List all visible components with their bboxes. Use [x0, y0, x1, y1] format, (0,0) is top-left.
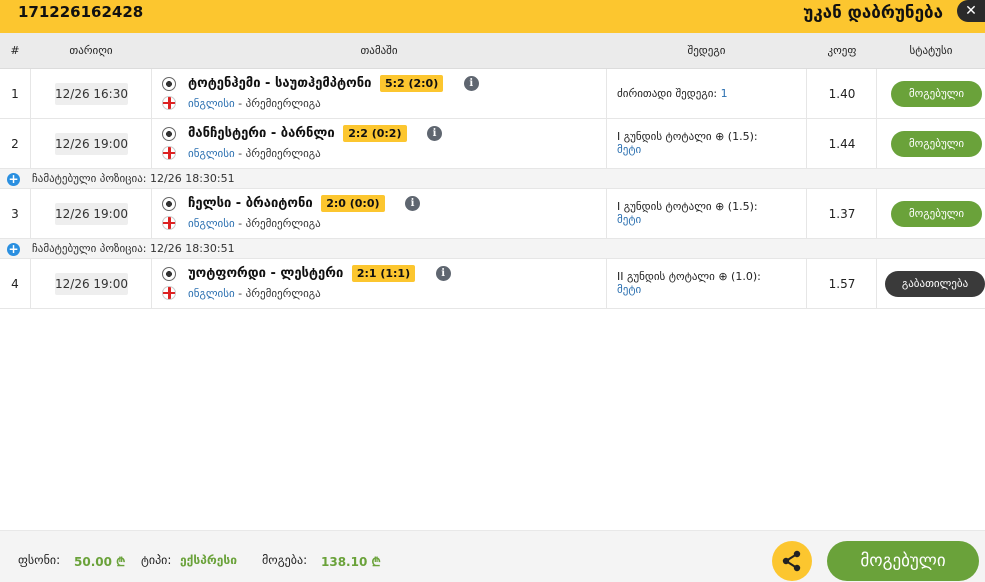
match-date: 12/26 16:30 [55, 83, 128, 105]
info-icon[interactable]: i [405, 196, 421, 211]
close-icon[interactable]: ✕ [957, 0, 985, 22]
col-game: თამაში [360, 44, 398, 57]
result-outcome: მეტი [617, 283, 642, 296]
added-position-bar: + ჩამატებული პოზიცია: 12/26 18:30:51 [0, 239, 985, 259]
league-name: - პრემიერლიგა [234, 97, 321, 110]
win-value: 138.10 ₾ [321, 555, 381, 569]
match-teams: ტოტენჰემი - საუთჰემპტონი [188, 76, 372, 91]
result-market: I გუნდის ტოტალი ⊕ (1.5): [617, 200, 758, 213]
row-number: 4 [11, 277, 19, 291]
match-title: ჩელსი - ბრაიტონი 2:0 (0:0) i [188, 195, 421, 212]
result-outcome: 1 [720, 87, 728, 100]
match-title: ტოტენჰემი - საუთჰემპტონი 5:2 (2:0) i [188, 75, 479, 92]
country-link[interactable]: ინგლისი [188, 287, 235, 300]
football-icon [162, 197, 176, 211]
league-info: ინგლისი - პრემიერლიგა [188, 97, 321, 110]
coefficient: 1.44 [828, 137, 856, 151]
table-row: 4 12/26 19:00 უოტფორდი - ლესტერი 2:1 (1:… [0, 259, 985, 309]
result-market: I გუნდის ტოტალი ⊕ (1.5): [617, 130, 758, 143]
table-row: 3 12/26 19:00 ჩელსი - ბრაიტონი 2:0 (0:0)… [0, 189, 985, 239]
football-icon [162, 267, 176, 281]
share-icon [782, 550, 801, 572]
bet-result: I გუნდის ტოტალი ⊕ (1.5): მეტი [617, 200, 802, 226]
result-outcome: მეტი [617, 143, 642, 156]
country-link[interactable]: ინგლისი [188, 217, 235, 230]
row-number: 2 [11, 137, 19, 151]
football-icon [162, 127, 176, 141]
table-header: # თარიღი თამაში შედეგი კოეფ სტატუსი [0, 33, 985, 69]
row-number: 1 [11, 87, 19, 101]
stake-label: ფსონი: [18, 553, 61, 567]
result-outcome: მეტი [617, 213, 642, 226]
type-value: ექსპრესი [180, 553, 237, 567]
bet-result: II გუნდის ტოტალი ⊕ (1.0): მეტი [617, 270, 802, 296]
stake-value: 50.00 ₾ [74, 555, 126, 569]
status-badge[interactable]: მოგებული [891, 81, 982, 107]
win-label: მოგება: [262, 553, 308, 567]
match-score: 2:2 (0:2) [343, 125, 407, 142]
info-icon[interactable]: i [463, 76, 479, 91]
match-date: 12/26 19:00 [55, 133, 128, 155]
league-name: - პრემიერლიგა [234, 287, 321, 300]
col-result: შედეგი [687, 44, 726, 57]
bet-details-panel: 171226162428 უკან დაბრუნება ✕ # თარიღი თ… [0, 0, 985, 582]
england-flag-icon [162, 216, 176, 230]
league-info: ინგლისი - პრემიერლიგა [188, 287, 321, 300]
match-teams: მანჩესტერი - ბარნლი [188, 126, 335, 141]
table-row: 2 12/26 19:00 მანჩესტერი - ბარნლი 2:2 (0… [0, 119, 985, 169]
info-icon[interactable]: i [435, 266, 451, 281]
added-position-bar: + ჩამატებული პოზიცია: 12/26 18:30:51 [0, 169, 985, 189]
match-date: 12/26 19:00 [55, 203, 128, 225]
added-position-text: ჩამატებული პოზიცია: 12/26 18:30:51 [32, 242, 235, 255]
league-info: ინგლისი - პრემიერლიგა [188, 217, 321, 230]
plus-icon[interactable]: + [7, 243, 20, 256]
country-link[interactable]: ინგლისი [188, 97, 235, 110]
type-label: ტიპი: [141, 553, 172, 567]
country-link[interactable]: ინგლისი [188, 147, 235, 160]
england-flag-icon [162, 286, 176, 300]
status-badge[interactable]: მოგებული [891, 201, 982, 227]
result-market: II გუნდის ტოტალი ⊕ (1.0): [617, 270, 761, 283]
match-date: 12/26 19:00 [55, 273, 128, 295]
coefficient: 1.57 [828, 277, 856, 291]
info-icon[interactable]: i [427, 126, 443, 141]
bet-result: I გუნდის ტოტალი ⊕ (1.5): მეტი [617, 130, 802, 156]
coefficient: 1.40 [828, 87, 856, 101]
added-position-text: ჩამატებული პოზიცია: 12/26 18:30:51 [32, 172, 235, 185]
plus-icon[interactable]: + [7, 173, 20, 186]
result-market: ძირითადი შედეგი: [617, 87, 721, 100]
top-bar: 171226162428 უკან დაბრუნება ✕ [0, 0, 985, 33]
match-score: 2:0 (0:0) [321, 195, 385, 212]
bet-id: 171226162428 [18, 3, 144, 21]
col-status: სტატუსი [909, 44, 953, 57]
share-button[interactable] [772, 541, 812, 581]
won-status-button[interactable]: მოგებული [827, 541, 979, 581]
col-date: თარიღი [69, 44, 113, 57]
status-badge[interactable]: გაბათილება [885, 271, 985, 297]
match-teams: ჩელსი - ბრაიტონი [188, 196, 313, 211]
football-icon [162, 77, 176, 91]
status-badge[interactable]: მოგებული [891, 131, 982, 157]
match-teams: უოტფორდი - ლესტერი [188, 266, 344, 281]
col-num: # [10, 44, 20, 57]
league-name: - პრემიერლიგა [234, 217, 321, 230]
england-flag-icon [162, 146, 176, 160]
england-flag-icon [162, 96, 176, 110]
row-number: 3 [11, 207, 19, 221]
league-info: ინგლისი - პრემიერლიგა [188, 147, 321, 160]
match-title: მანჩესტერი - ბარნლი 2:2 (0:2) i [188, 125, 443, 142]
col-coef: კოეფ [827, 44, 857, 57]
coefficient: 1.37 [828, 207, 856, 221]
back-button[interactable]: უკან დაბრუნება [803, 3, 943, 23]
bet-result: ძირითადი შედეგი: 1 [617, 87, 802, 100]
table-row: 1 12/26 16:30 ტოტენჰემი - საუთჰემპტონი 5… [0, 69, 985, 119]
match-title: უოტფორდი - ლესტერი 2:1 (1:1) i [188, 265, 451, 282]
match-score: 5:2 (2:0) [379, 75, 444, 92]
bet-summary-footer: ფსონი: 50.00 ₾ ტიპი: ექსპრესი მოგება: 13… [0, 530, 985, 582]
match-score: 2:1 (1:1) [351, 265, 416, 282]
league-name: - პრემიერლიგა [234, 147, 321, 160]
